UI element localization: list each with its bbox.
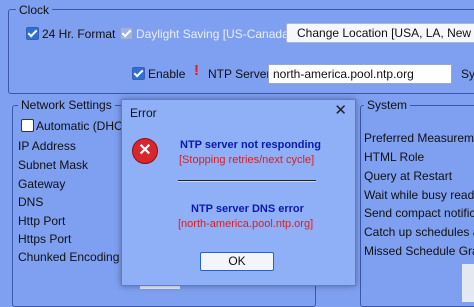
- enable-label: Enable: [148, 67, 186, 81]
- enable-checkbox[interactable]: [132, 67, 145, 80]
- dialog-title: Error: [130, 106, 157, 120]
- hr24-label: 24 Hr. Format: [42, 27, 116, 41]
- http-port-label: Http Port: [18, 214, 66, 228]
- ntp-not-responding-title: NTP server not responding: [180, 139, 321, 151]
- system-item-missed-schedule[interactable]: Missed Schedule Grac: [364, 244, 474, 258]
- dhcp-label: Automatic (DHCP: [36, 119, 131, 133]
- https-port-label: Https Port: [18, 232, 72, 246]
- sync-label: Sy: [461, 67, 474, 81]
- ntp-server-label: NTP Server: [208, 67, 271, 81]
- clock-legend: Clock: [16, 3, 53, 17]
- dhcp-checkbox[interactable]: [21, 119, 34, 132]
- network-legend: Network Settings: [18, 98, 115, 112]
- error-icon: ✕: [132, 138, 158, 164]
- dst-label: Daylight Saving [US-Canada]: [136, 27, 293, 41]
- dns-label: DNS: [18, 195, 44, 209]
- dns-error-detail: [north-america.pool.ntp.org]: [178, 218, 314, 230]
- system-item-send-compact[interactable]: Send compact notificat: [364, 206, 474, 220]
- close-icon[interactable]: ✕: [334, 103, 347, 119]
- chunked-encoding-label: Chunked Encoding: [18, 250, 120, 264]
- system-item-query-at-restart[interactable]: Query at Restart: [364, 169, 452, 183]
- ntp-server-input[interactable]: north-america.pool.ntp.org: [268, 64, 452, 84]
- gateway-label: Gateway: [18, 177, 66, 191]
- subnet-mask-label: Subnet Mask: [18, 158, 89, 172]
- ntp-warning-icon: !: [194, 62, 199, 79]
- change-location-button[interactable]: Change Location [USA, LA, New Orl: [286, 23, 474, 43]
- dns-error-title: NTP server DNS error: [191, 203, 304, 215]
- system-item-catch-up[interactable]: Catch up schedules aft: [364, 225, 474, 239]
- hr24-checkbox[interactable]: [26, 27, 39, 40]
- system-item-preferred-measurement[interactable]: Preferred Measurement: [364, 131, 474, 145]
- ntp-not-responding-detail: [Stopping retries/next cycle]: [179, 154, 315, 166]
- system-item-html-role[interactable]: HTML Role: [364, 150, 424, 164]
- system-item-wait-busy[interactable]: Wait while busy readin: [364, 188, 474, 202]
- ip-address-label: IP Address: [18, 139, 76, 153]
- dst-checkbox[interactable]: [120, 27, 133, 40]
- system-scrollbar[interactable]: [462, 264, 474, 302]
- ok-button[interactable]: OK: [200, 252, 274, 271]
- system-legend: System: [364, 98, 411, 112]
- dialog-separator: [178, 180, 316, 182]
